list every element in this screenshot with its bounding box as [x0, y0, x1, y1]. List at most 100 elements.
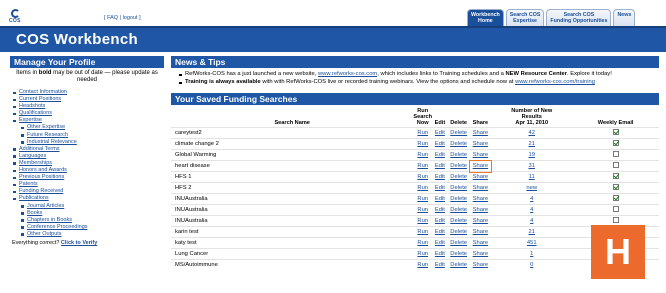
delete-link[interactable]: Delete [447, 193, 470, 205]
share-link[interactable]: Share [468, 159, 493, 173]
sidebar-item-headshots[interactable]: Headshots [13, 103, 164, 110]
new-results-count[interactable]: new [491, 182, 573, 194]
tab-news[interactable]: News [613, 9, 636, 26]
weekly-email-checkbox[interactable] [612, 129, 619, 136]
run-link[interactable]: Run [413, 160, 433, 172]
sidebar-item-patents[interactable]: Patents [13, 181, 164, 188]
new-results-count[interactable]: 4 [491, 193, 573, 205]
edit-link[interactable]: Edit [432, 149, 448, 161]
new-results-count[interactable]: 4 [491, 204, 573, 216]
sidebar-item-expertise[interactable]: Expertise [13, 117, 164, 124]
sidebar-item-journal-articles[interactable]: Journal Articles [21, 203, 164, 210]
new-results-count[interactable]: 4 [491, 215, 573, 227]
verify-link[interactable]: Click to Verify [61, 240, 97, 246]
run-link[interactable]: Run [413, 237, 433, 249]
sidebar-item-industrial-relevance[interactable]: Industrial Relevance [21, 139, 164, 146]
run-link[interactable]: Run [413, 138, 433, 150]
share-link[interactable]: Share [469, 149, 492, 161]
edit-link[interactable]: Edit [432, 160, 448, 172]
run-link[interactable]: Run [413, 226, 433, 238]
sidebar-item-conference-proceedings[interactable]: Conference Proceedings [21, 224, 164, 231]
new-results-count[interactable]: 11 [491, 171, 573, 183]
tab-search-expertise[interactable]: Search COS Expertise [505, 9, 545, 26]
sidebar-item-current-positions[interactable]: Current Positions [13, 96, 164, 103]
share-link[interactable]: Share [469, 127, 492, 139]
sidebar-item-contact-information[interactable]: Contact Information [13, 89, 164, 96]
delete-link[interactable]: Delete [447, 248, 470, 260]
sidebar-item-chapters-in-books[interactable]: Chapters in Books [21, 217, 164, 224]
share-link[interactable]: Share [469, 215, 492, 227]
sidebar-item-future-research[interactable]: Future Research [21, 132, 164, 139]
edit-link[interactable]: Edit [432, 204, 448, 216]
run-link[interactable]: Run [413, 149, 433, 161]
run-link[interactable]: Run [413, 204, 433, 216]
edit-link[interactable]: Edit [432, 127, 448, 139]
delete-link[interactable]: Delete [447, 259, 470, 270]
delete-link[interactable]: Delete [447, 138, 470, 150]
share-link[interactable]: Share [469, 226, 492, 238]
run-link[interactable]: Run [413, 215, 433, 227]
new-results-count[interactable]: 21 [491, 226, 573, 238]
refworks-cos-link[interactable]: www.refworks-cos.com [318, 71, 377, 77]
delete-link[interactable]: Delete [447, 171, 470, 183]
tab-search-funding[interactable]: Search COS Funding Opportunities [546, 9, 612, 26]
delete-link[interactable]: Delete [447, 160, 470, 172]
delete-link[interactable]: Delete [447, 127, 470, 139]
share-link[interactable]: Share [469, 182, 492, 194]
sidebar-item-qualifications[interactable]: Qualifications [13, 110, 164, 117]
share-link[interactable]: Share [469, 259, 492, 270]
run-link[interactable]: Run [413, 182, 433, 194]
edit-link[interactable]: Edit [432, 171, 448, 183]
new-results-count[interactable]: 42 [491, 127, 573, 139]
edit-link[interactable]: Edit [432, 193, 448, 205]
run-link[interactable]: Run [413, 259, 433, 270]
faq-link[interactable]: FAQ [107, 15, 118, 21]
share-link[interactable]: Share [469, 138, 492, 150]
delete-link[interactable]: Delete [447, 182, 470, 194]
new-results-count[interactable]: 0 [491, 259, 573, 270]
sidebar-item-funding-received[interactable]: Funding Received [13, 188, 164, 195]
weekly-email-checkbox[interactable] [612, 206, 619, 213]
new-results-count[interactable]: 451 [491, 237, 573, 249]
run-link[interactable]: Run [413, 248, 433, 260]
share-link[interactable]: Share [469, 237, 492, 249]
edit-link[interactable]: Edit [432, 138, 448, 150]
new-results-count[interactable]: 19 [491, 149, 573, 161]
edit-link[interactable]: Edit [432, 259, 448, 270]
run-link[interactable]: Run [413, 193, 433, 205]
sidebar-item-other-outputs[interactable]: Other Outputs [21, 231, 164, 238]
tab-workbench-home[interactable]: Workbench Home [467, 9, 504, 26]
sidebar-item-honors-and-awards[interactable]: Honors and Awards [13, 167, 164, 174]
delete-link[interactable]: Delete [447, 215, 470, 227]
sidebar-item-books[interactable]: Books [21, 210, 164, 217]
run-link[interactable]: Run [413, 171, 433, 183]
edit-link[interactable]: Edit [432, 226, 448, 238]
run-link[interactable]: Run [413, 127, 433, 139]
training-link[interactable]: www.refworks-cos.com/training [515, 79, 595, 85]
weekly-email-checkbox[interactable] [612, 184, 619, 191]
edit-link[interactable]: Edit [432, 215, 448, 227]
delete-link[interactable]: Delete [447, 149, 470, 161]
weekly-email-checkbox[interactable] [612, 173, 619, 180]
edit-link[interactable]: Edit [432, 248, 448, 260]
delete-link[interactable]: Delete [447, 237, 470, 249]
share-link[interactable]: Share [469, 204, 492, 216]
cos-logo[interactable]: COS [9, 9, 37, 24]
sidebar-item-languages[interactable]: Languages [13, 153, 164, 160]
weekly-email-checkbox[interactable] [612, 151, 619, 158]
weekly-email-checkbox[interactable] [612, 195, 619, 202]
sidebar-item-other-expertise[interactable]: Other Expertise [21, 124, 164, 131]
edit-link[interactable]: Edit [432, 237, 448, 249]
edit-link[interactable]: Edit [432, 182, 448, 194]
logout-link[interactable]: logout [123, 15, 138, 21]
new-results-count[interactable]: 31 [491, 160, 573, 172]
delete-link[interactable]: Delete [447, 204, 470, 216]
sidebar-item-publications[interactable]: Publications [13, 195, 164, 202]
weekly-email-checkbox[interactable] [612, 140, 619, 147]
new-results-count[interactable]: 1 [491, 248, 573, 260]
share-link[interactable]: Share [469, 248, 492, 260]
new-results-count[interactable]: 21 [491, 138, 573, 150]
sidebar-item-previous-positions[interactable]: Previous Positions [13, 174, 164, 181]
sidebar-item-memberships[interactable]: Memberships [13, 160, 164, 167]
weekly-email-checkbox[interactable] [612, 162, 619, 169]
